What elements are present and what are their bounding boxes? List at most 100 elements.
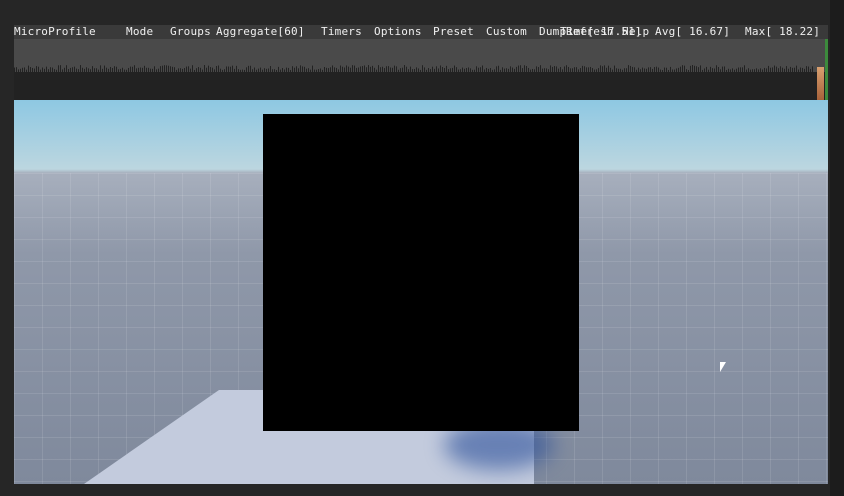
menu-aggregate[interactable]: Aggregate[60] — [216, 25, 305, 39]
frame-bar — [506, 68, 507, 72]
frame-bar — [252, 69, 253, 72]
frame-bar — [682, 65, 683, 72]
frame-bar — [90, 69, 91, 72]
frame-bar — [302, 66, 303, 72]
frame-bar — [248, 65, 249, 72]
menu-options[interactable]: Options — [374, 25, 422, 39]
frame-bar — [812, 66, 813, 72]
frame-bar — [634, 67, 635, 72]
frame-bar — [612, 69, 613, 72]
time-readout: Time[ 17.51] — [560, 25, 642, 38]
frame-bar — [182, 68, 183, 72]
frame-bar — [142, 67, 143, 72]
frame-bar — [82, 67, 83, 72]
frame-bar — [554, 66, 555, 72]
frame-bar — [530, 69, 531, 72]
frame-bar — [126, 69, 127, 72]
frame-bar — [680, 66, 681, 72]
frame-bar — [42, 67, 43, 72]
frame-bar — [628, 65, 629, 72]
frame-bar — [808, 66, 809, 72]
frame-bar — [748, 68, 749, 72]
frame-time-graph[interactable] — [14, 39, 826, 100]
frame-bar — [60, 65, 61, 72]
frame-bar — [198, 67, 199, 72]
frame-bar — [74, 66, 75, 72]
menu-custom[interactable]: Custom — [486, 25, 527, 39]
frame-bar — [766, 68, 767, 72]
frame-bar — [646, 68, 647, 72]
frame-bar — [158, 68, 159, 72]
frame-bar — [796, 65, 797, 72]
frame-bar — [488, 68, 489, 72]
menu-groups[interactable]: Groups — [170, 25, 211, 39]
frame-bar — [200, 67, 201, 72]
frame-bar — [642, 67, 643, 72]
frame-bar — [216, 66, 217, 72]
frame-bar — [678, 67, 679, 72]
frame-bar — [578, 69, 579, 72]
frame-bar — [564, 66, 565, 72]
frame-bar — [156, 69, 157, 72]
frame-bar — [270, 66, 271, 72]
frame-bar — [300, 65, 301, 72]
frame-bar — [64, 67, 65, 72]
frame-bar — [740, 67, 741, 72]
frame-bar — [544, 68, 545, 72]
frame-bar — [656, 66, 657, 72]
frame-bar — [332, 65, 333, 72]
frame-bar — [718, 67, 719, 72]
frame-bar — [650, 67, 651, 72]
frame-bar — [86, 67, 87, 72]
frame-bar — [288, 67, 289, 72]
frame-bar — [116, 66, 117, 72]
frame-spike — [817, 67, 824, 100]
frame-bar — [730, 69, 731, 72]
frame-bar — [572, 68, 573, 72]
frame-bar — [258, 68, 259, 72]
frame-bar — [168, 65, 169, 72]
frame-bar — [428, 68, 429, 72]
frame-bar — [396, 66, 397, 72]
frame-bar — [758, 69, 759, 72]
frame-bar — [342, 66, 343, 72]
frame-bar — [418, 68, 419, 72]
frame-bar — [66, 65, 67, 72]
frame-bar — [232, 65, 233, 72]
frame-bar — [206, 67, 207, 72]
frame-bar — [166, 65, 167, 72]
frame-bar — [596, 69, 597, 72]
frame-bar — [112, 67, 113, 72]
frame-bar — [104, 65, 105, 72]
frame-bar — [214, 69, 215, 72]
frame-bar — [374, 67, 375, 72]
frame-bar — [338, 69, 339, 72]
frame-bar — [78, 69, 79, 72]
frame-bar — [440, 65, 441, 72]
frame-bar — [704, 68, 705, 72]
frame-bar — [616, 68, 617, 72]
frame-bar — [196, 68, 197, 72]
frame-bar — [16, 67, 17, 72]
frame-bar — [306, 68, 307, 72]
frame-bar — [434, 68, 435, 72]
frame-bar — [608, 65, 609, 72]
frame-bar — [524, 65, 525, 72]
frame-bar — [176, 69, 177, 72]
frame-bar — [92, 66, 93, 72]
frame-bar — [516, 66, 517, 72]
frame-bar — [224, 69, 225, 72]
frame-bar — [208, 65, 209, 72]
menu-preset[interactable]: Preset — [433, 25, 474, 39]
frame-bar — [386, 66, 387, 72]
menu-timers[interactable]: Timers — [321, 25, 362, 39]
frame-bar — [268, 68, 269, 72]
frame-bar — [614, 65, 615, 72]
frame-bar — [706, 66, 707, 72]
frame-bar — [668, 69, 669, 72]
frame-bar — [798, 69, 799, 72]
frame-bar — [56, 69, 57, 72]
frame-bar — [358, 67, 359, 72]
frame-bar — [772, 67, 773, 72]
menu-mode[interactable]: Mode — [126, 25, 153, 39]
